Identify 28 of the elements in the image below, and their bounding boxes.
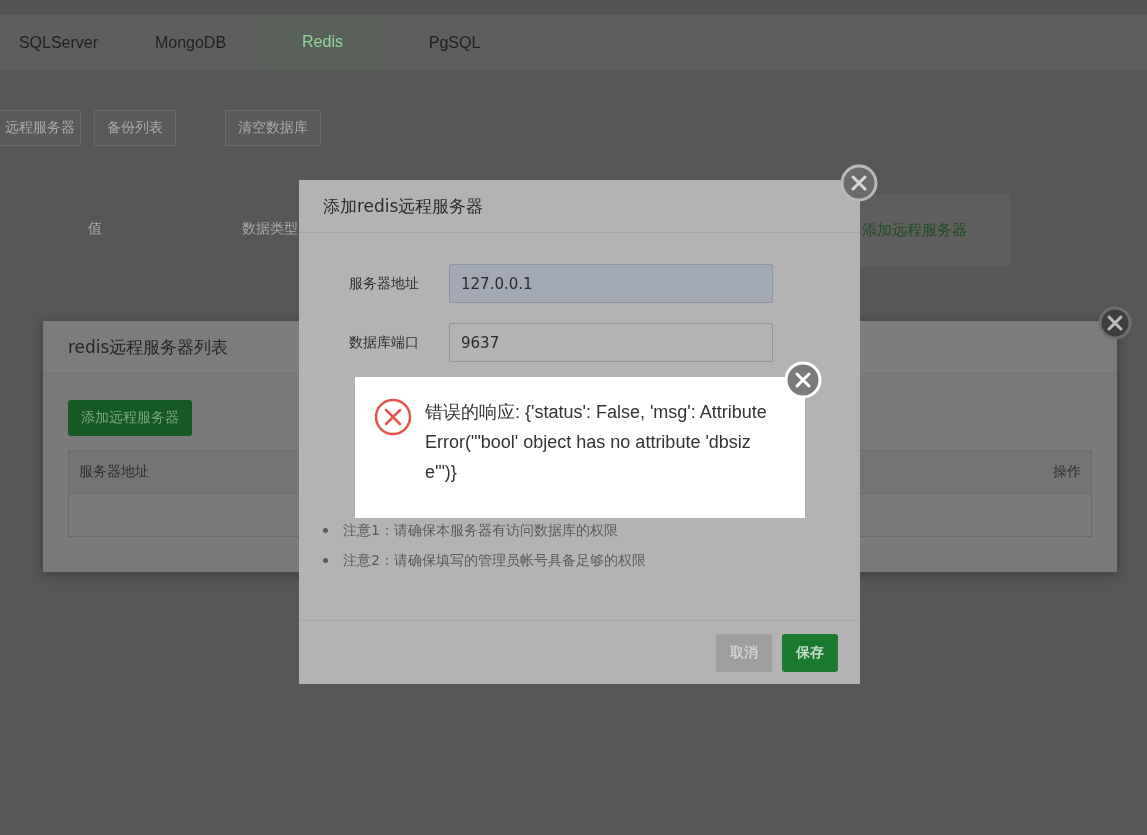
input-field[interactable]: 9637 xyxy=(449,323,773,362)
toolbar-button[interactable]: 远程服务器 xyxy=(0,110,81,146)
close-icon[interactable] xyxy=(840,164,878,202)
column-header: 数据类型 xyxy=(242,220,298,238)
field-label: 服务器地址 xyxy=(349,274,420,293)
add-server-button[interactable]: 添加远程服务器 xyxy=(68,400,192,436)
toolbar-button[interactable]: 清空数据库 xyxy=(225,110,321,146)
error-message: 错误的响应: {'status': False, 'msg': AttributeError("'bool' object has no attribute 'dbsize'")} xyxy=(425,401,768,484)
dialog-title: redis远程服务器列表 xyxy=(68,335,229,359)
note-text: 注意2：请确保填写的管理员帐号具备足够的权限 xyxy=(343,551,646,570)
add-server-link[interactable]: 添加远程服务器 xyxy=(860,220,967,240)
dialog-title: 添加redis远程服务器 xyxy=(323,194,484,218)
bullet-icon xyxy=(323,527,328,533)
tab[interactable]: PgSQL xyxy=(394,15,515,71)
bullet-icon xyxy=(323,557,328,563)
toolbar-button[interactable]: 备份列表 xyxy=(94,110,176,146)
note-text: 注意1：请确保本服务器有访问数据库的权限 xyxy=(343,521,618,540)
tab[interactable]: MongoDB xyxy=(130,15,251,71)
column-header: 操作 xyxy=(1053,463,1081,481)
save-button[interactable]: 保存 xyxy=(782,633,838,672)
field-label: 数据库端口 xyxy=(349,333,420,352)
column-header: 值 xyxy=(88,220,102,238)
tab[interactable]: SQLServer xyxy=(0,15,119,71)
error-icon xyxy=(373,397,413,437)
input-field[interactable]: 127.0.0.1 xyxy=(449,264,773,303)
close-icon[interactable] xyxy=(1098,306,1132,340)
tab[interactable]: Redis xyxy=(262,15,383,71)
column-header: 服务器地址 xyxy=(79,463,149,481)
